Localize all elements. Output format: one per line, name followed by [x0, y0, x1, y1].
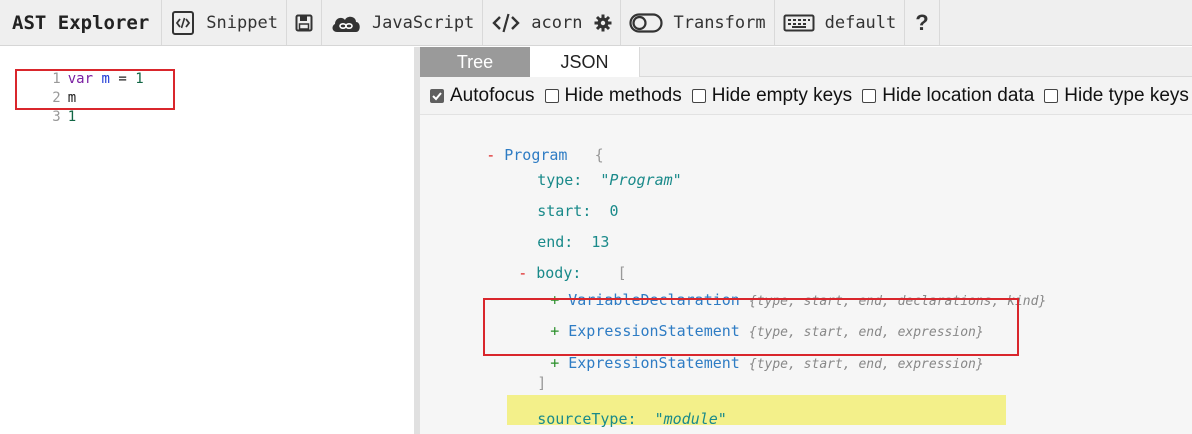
tree-node-variable-declaration[interactable]: + VariableDeclaration {type, start, end,… [496, 267, 1046, 309]
line-number: 3 [52, 109, 61, 125]
hide-location-data-option[interactable]: Hide location data [862, 85, 1034, 107]
code-text: 1 [67, 109, 77, 125]
code-line-1: 1 var m = 1 [0, 51, 143, 87]
hide-methods-label: Hide methods [564, 84, 682, 106]
code-file-icon [170, 10, 196, 36]
tree-prop-start: start: 0 [483, 178, 618, 220]
transform-label: Transform [673, 12, 766, 33]
close-brace: } [450, 410, 513, 432]
node-name[interactable]: ExpressionStatement [568, 354, 740, 372]
tree-node-program[interactable]: - Program { [432, 122, 603, 164]
app-title: AST Explorer [0, 0, 163, 45]
hide-type-keys-option[interactable]: Hide type keys [1044, 85, 1189, 107]
help-button[interactable]: ? [905, 0, 940, 45]
node-summary: {type, start, end, expression} [748, 357, 984, 372]
hide-empty-keys-checkbox[interactable] [691, 88, 706, 103]
keymap-label: default [824, 12, 897, 33]
hide-type-keys-label: Hide type keys [1064, 84, 1189, 106]
code-icon [491, 12, 521, 34]
snippet-menu[interactable]: Snippet [162, 0, 287, 45]
snippet-label: Snippet [206, 12, 278, 33]
toggle-icon [629, 12, 664, 33]
toolbar: AST Explorer Snippet JavaScript acorn Tr… [0, 0, 1192, 46]
parser-menu[interactable]: acorn [483, 0, 586, 45]
keymap-menu[interactable]: default [775, 0, 906, 45]
hide-location-data-label: Hide location data [882, 84, 1035, 106]
tree-prop-body[interactable]: - body: [ [464, 240, 626, 282]
autofocus-checkbox[interactable] [430, 88, 444, 103]
ast-panel: Tree JSON Autofocus Hide methods Hide em… [420, 47, 1192, 434]
expand-toggle[interactable]: + [550, 354, 559, 372]
view-tabs: Tree JSON [420, 47, 1192, 77]
parser-label: acorn [531, 12, 583, 33]
check-icon [432, 91, 442, 100]
annotation-box-right [483, 298, 1019, 356]
tree-prop-source-type: sourceType: "module" [483, 386, 727, 428]
autofocus-label: Autofocus [450, 84, 535, 106]
cloud-icon [330, 12, 362, 34]
prop-key: sourceType: [537, 410, 637, 428]
save-button[interactable] [287, 0, 322, 45]
hide-methods-checkbox[interactable] [544, 88, 559, 103]
parser-settings-button[interactable] [586, 0, 622, 45]
hide-empty-keys-label: Hide empty keys [711, 84, 853, 106]
language-label: JavaScript [371, 12, 475, 33]
language-menu[interactable]: JavaScript [322, 0, 484, 45]
ast-tree: - Program { type: "Program" start: 0 end… [420, 116, 1192, 434]
tab-tree[interactable]: Tree [420, 47, 530, 77]
hide-methods-option[interactable]: Hide methods [544, 84, 682, 107]
keyboard-icon [783, 13, 815, 33]
autofocus-option[interactable]: Autofocus [430, 85, 535, 107]
prop-value: 0 [609, 202, 619, 220]
hide-location-data-checkbox[interactable] [862, 88, 877, 103]
tree-prop-end: end: 13 [483, 209, 609, 251]
transform-toggle[interactable]: Transform [621, 0, 775, 45]
annotation-box-left [15, 69, 175, 110]
tab-json[interactable]: JSON [530, 47, 640, 77]
gear-icon [594, 14, 612, 32]
hide-empty-keys-option[interactable]: Hide empty keys [691, 84, 853, 107]
save-icon [295, 14, 313, 32]
prop-value: "module" [654, 410, 727, 428]
hide-type-keys-checkbox[interactable] [1044, 88, 1059, 103]
tree-prop-type: type: "Program" [483, 147, 682, 189]
tree-options: Autofocus Hide methods Hide empty keys H… [420, 77, 1192, 115]
help-icon: ? [915, 9, 929, 35]
